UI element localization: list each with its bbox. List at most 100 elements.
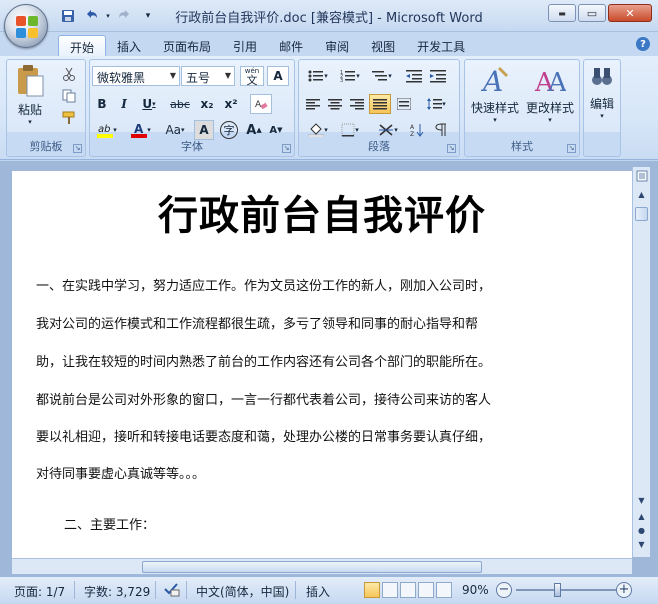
maximize-button[interactable]: ▭ xyxy=(578,4,606,22)
scroll-down-icon[interactable]: ▼ xyxy=(635,493,648,507)
outline-view-icon[interactable] xyxy=(418,582,434,598)
language-indicator[interactable]: 中文(简体，中国) xyxy=(196,583,289,600)
tab-developer[interactable]: 开发工具 xyxy=(406,35,476,56)
shading-button[interactable]: ▾ xyxy=(303,120,333,140)
chevron-down-icon: ▾ xyxy=(493,116,497,124)
sort-button[interactable]: AZ xyxy=(407,120,427,140)
char-border-button[interactable]: A xyxy=(267,66,289,86)
distributed-button[interactable] xyxy=(393,94,415,114)
cut-button[interactable] xyxy=(59,64,79,84)
clear-format-button[interactable]: A xyxy=(250,94,272,114)
quick-styles-button[interactable]: A 快速样式 ▾ xyxy=(469,64,521,130)
print-layout-view-icon[interactable] xyxy=(364,582,380,598)
font-group: 微软雅黑 ▼ 五号 ▼ wén 文 A B I U ▾ abc x₂ x² A ab… xyxy=(89,59,295,157)
insert-mode-indicator[interactable]: 插入 xyxy=(306,583,330,600)
align-left-button[interactable] xyxy=(303,94,323,114)
strikethrough-button[interactable]: abc xyxy=(166,94,194,114)
align-right-button[interactable] xyxy=(347,94,367,114)
vertical-scroll-thumb[interactable] xyxy=(635,207,648,221)
full-screen-reading-view-icon[interactable] xyxy=(382,582,398,598)
ribbon-tabs: 开始 插入 页面布局 引用 邮件 审阅 视图 开发工具 xyxy=(58,35,476,56)
tab-view[interactable]: 视图 xyxy=(360,35,406,56)
format-painter-button[interactable] xyxy=(59,108,79,128)
bold-button[interactable]: B xyxy=(92,94,112,114)
editing-button[interactable]: 编辑 ▾ xyxy=(586,64,618,144)
draft-view-icon[interactable] xyxy=(436,582,452,598)
document-page[interactable]: 行政前台自我评价 一、在实践中学习，努力适应工作。作为文员这份工作的新人，刚加入… xyxy=(12,171,632,568)
chevron-down-icon: ▼ xyxy=(169,71,176,80)
office-button[interactable] xyxy=(4,4,48,48)
numbering-button[interactable]: 1 2 3 ▾ xyxy=(335,66,365,86)
bullets-button[interactable]: ▾ xyxy=(303,66,333,86)
phonetic-guide-button[interactable]: wén 文 xyxy=(240,66,264,86)
font-name-select[interactable]: 微软雅黑 ▼ xyxy=(92,66,180,86)
change-case-button[interactable]: Aa ▾ xyxy=(160,120,190,140)
increase-indent-icon xyxy=(430,70,446,83)
change-case-label: Aa xyxy=(165,123,182,137)
subscript-button[interactable]: x₂ xyxy=(196,94,218,114)
vertical-scrollbar[interactable]: ▲ ▼ ▲ ● ▼ xyxy=(632,167,650,557)
align-center-button[interactable] xyxy=(325,94,345,114)
zoom-slider-thumb[interactable] xyxy=(554,583,561,597)
select-browse-object-icon[interactable]: ● xyxy=(635,523,648,537)
close-button[interactable]: ✕ xyxy=(608,4,652,22)
underline-button[interactable]: U ▾ xyxy=(136,94,162,114)
char-shading-button[interactable]: A xyxy=(194,120,214,140)
page-count[interactable]: 页面: 1/7 xyxy=(14,583,65,600)
chinese-layout-button[interactable]: ▾ xyxy=(373,120,403,140)
word-count[interactable]: 字数: 3,729 xyxy=(84,583,150,600)
zoom-out-icon[interactable]: − xyxy=(496,582,512,598)
styles-launcher-icon[interactable]: ↘ xyxy=(567,144,576,153)
grow-font-label: A xyxy=(246,122,257,138)
paragraph-line: 助，让我在较短的时间内熟悉了前台的工作内容还有公司各个部门的职能所在。 xyxy=(36,355,492,370)
binoculars-icon xyxy=(592,68,612,85)
show-marks-button[interactable] xyxy=(431,120,451,140)
zoom-slider-track[interactable] xyxy=(516,589,616,591)
previous-page-icon[interactable]: ▲ xyxy=(635,509,648,523)
font-color-button[interactable]: A ▾ xyxy=(126,120,156,140)
tab-references[interactable]: 引用 xyxy=(222,35,268,56)
paragraph-launcher-icon[interactable]: ↘ xyxy=(447,144,456,153)
font-launcher-icon[interactable]: ↘ xyxy=(282,144,291,153)
zoom-level[interactable]: 90% xyxy=(462,583,489,597)
enclose-chars-button[interactable]: 字 xyxy=(218,120,240,140)
copy-button[interactable] xyxy=(59,86,79,106)
proofing-icon[interactable] xyxy=(163,581,181,600)
horizontal-scrollbar[interactable] xyxy=(12,558,632,574)
ruler-toggle-icon[interactable] xyxy=(635,169,648,183)
paste-icon xyxy=(18,65,44,97)
tab-mailings[interactable]: 邮件 xyxy=(268,35,314,56)
paste-button[interactable]: 粘贴 ▾ xyxy=(13,64,47,128)
format-painter-icon xyxy=(62,111,75,124)
paragraph-group-label: 段落 xyxy=(368,140,390,153)
office-logo-icon xyxy=(16,16,38,38)
maximize-icon: ▭ xyxy=(586,6,598,20)
decrease-indent-button[interactable] xyxy=(403,66,425,86)
font-size-select[interactable]: 五号 ▼ xyxy=(181,66,235,86)
editing-group: 编辑 ▾ xyxy=(583,59,621,157)
increase-indent-button[interactable] xyxy=(427,66,449,86)
web-layout-view-icon[interactable] xyxy=(400,582,416,598)
tab-home[interactable]: 开始 xyxy=(58,35,107,56)
italic-button[interactable]: I xyxy=(114,94,134,114)
tab-page-layout[interactable]: 页面布局 xyxy=(152,35,222,56)
highlight-button[interactable]: ab ▾ xyxy=(92,120,122,140)
grow-font-button[interactable]: A ▲ xyxy=(244,120,264,140)
scroll-up-icon[interactable]: ▲ xyxy=(635,187,648,201)
multilevel-list-button[interactable]: ▾ xyxy=(367,66,397,86)
ribbon: 粘贴 ▾ 剪贴板 ↘ 微软雅黑 ▼ 五号 ▼ wén 文 A B I U ▾ a… xyxy=(0,56,658,160)
superscript-button[interactable]: x² xyxy=(220,94,242,114)
clipboard-launcher-icon[interactable]: ↘ xyxy=(73,144,82,153)
next-page-icon[interactable]: ▼ xyxy=(635,537,648,551)
zoom-in-icon[interactable]: + xyxy=(616,582,632,598)
tab-review[interactable]: 审阅 xyxy=(314,35,360,56)
shrink-font-button[interactable]: A ▼ xyxy=(266,120,286,140)
horizontal-scroll-thumb[interactable] xyxy=(142,561,482,573)
borders-button[interactable]: ▾ xyxy=(335,120,365,140)
change-styles-button[interactable]: AA 更改样式 ▾ xyxy=(523,64,577,130)
tab-insert[interactable]: 插入 xyxy=(106,35,152,56)
line-spacing-button[interactable]: ▾ xyxy=(421,94,451,114)
justify-button[interactable] xyxy=(369,94,391,114)
minimize-button[interactable]: ▬ xyxy=(548,4,576,22)
help-icon[interactable]: ? xyxy=(636,37,650,51)
